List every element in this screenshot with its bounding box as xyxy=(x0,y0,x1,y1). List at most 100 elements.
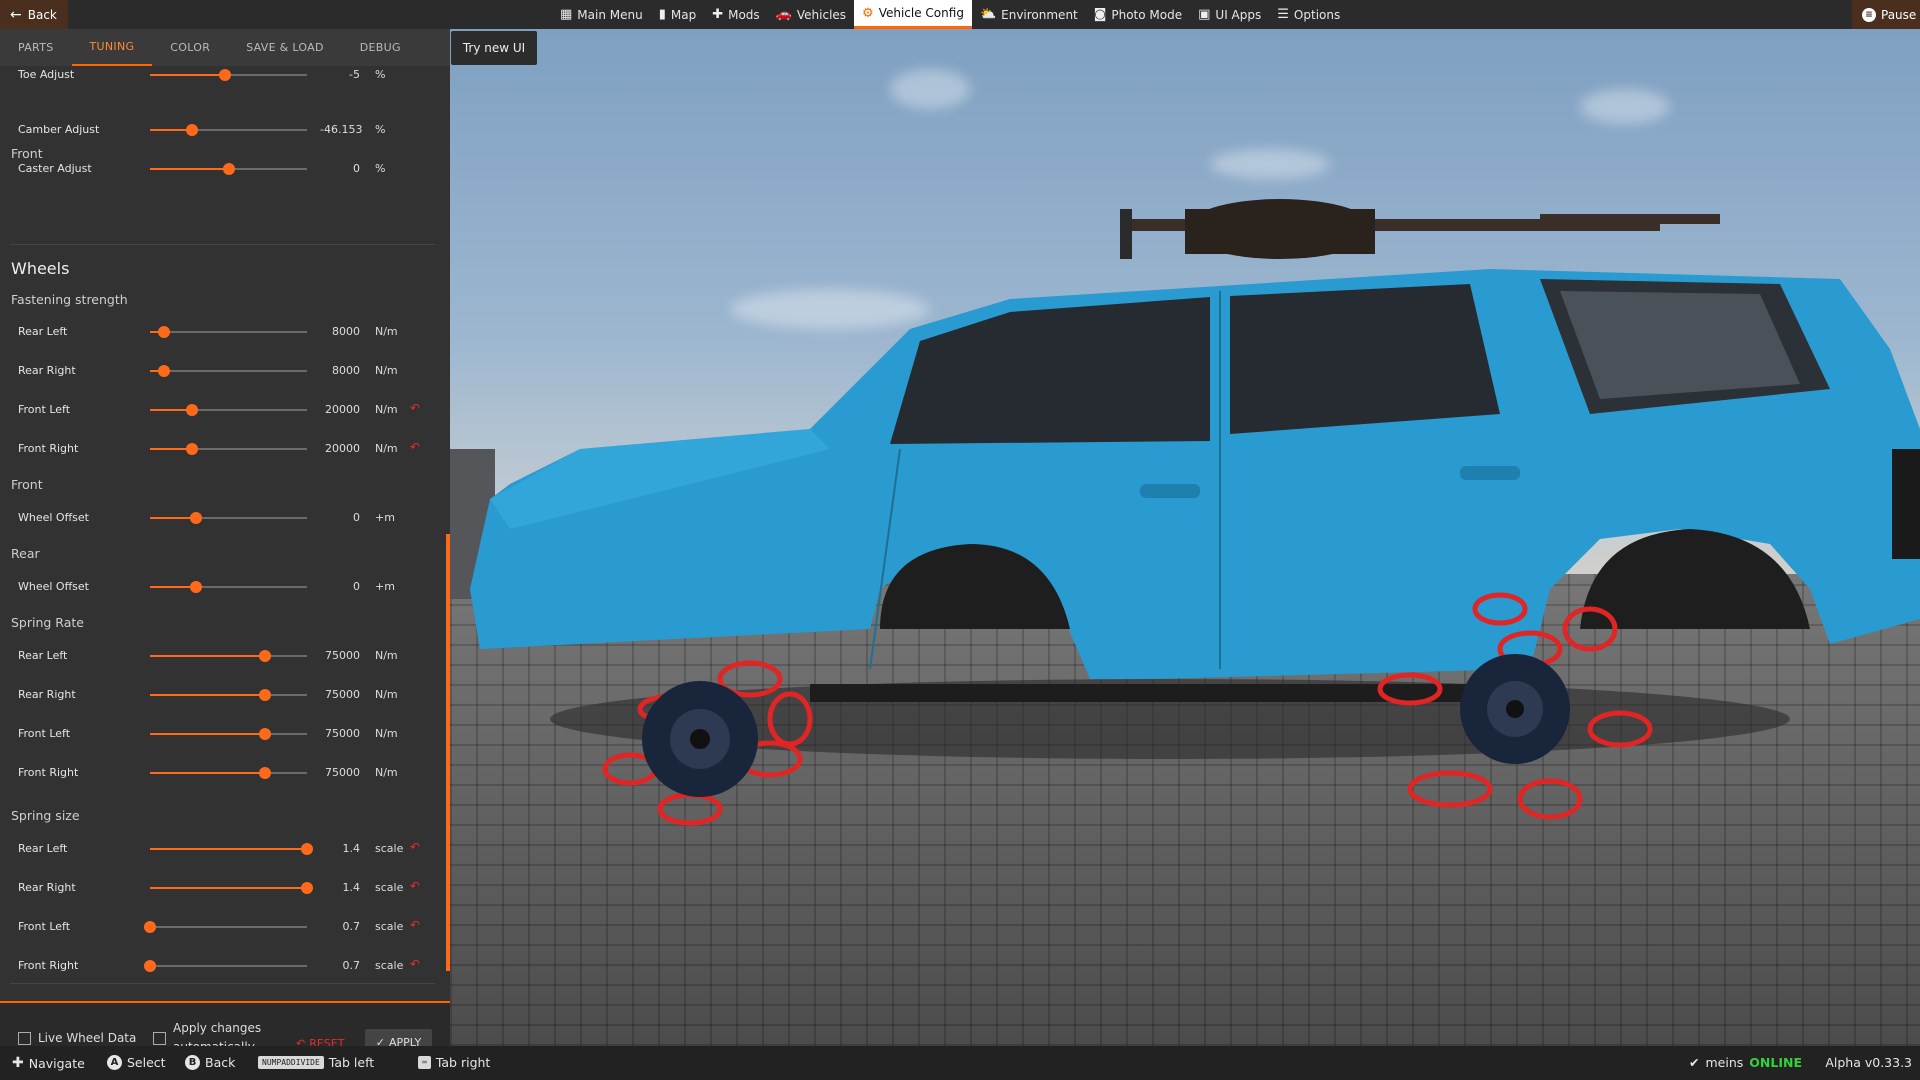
slider-track[interactable] xyxy=(144,921,307,933)
back-button[interactable]: ← Back xyxy=(0,0,68,29)
tuning-value-input[interactable]: 0 xyxy=(320,580,360,593)
vehicle-3d-viewport[interactable] xyxy=(450,29,1920,1046)
slider-track[interactable] xyxy=(150,843,313,855)
slider-fill xyxy=(150,848,307,850)
tuning-unit: N/m xyxy=(375,325,398,338)
slider-track[interactable] xyxy=(150,443,307,455)
slider-knob[interactable] xyxy=(186,124,199,136)
tuning-row: Front Left 20000 N/m ↶ xyxy=(0,400,446,420)
hint-navigate: ✚ Navigate xyxy=(12,1055,85,1071)
slider-fill xyxy=(150,74,226,76)
reset-value-icon[interactable]: ↶ xyxy=(410,440,420,454)
slider-track[interactable] xyxy=(150,581,307,593)
slider-knob[interactable] xyxy=(219,69,232,81)
nav-item-map[interactable]: ▮ Map xyxy=(651,0,704,29)
slider-knob[interactable] xyxy=(301,882,313,894)
slider-knob[interactable] xyxy=(144,921,156,933)
nav-item-vehicle-config[interactable]: ⚙ Vehicle Config xyxy=(854,0,972,29)
nav-item-main-menu[interactable]: ▦ Main Menu xyxy=(552,0,651,29)
slider-track[interactable] xyxy=(150,163,307,175)
slider-fill xyxy=(150,694,265,696)
tuning-value-input[interactable]: 20000 xyxy=(320,403,360,416)
config-tabs: PARTS TUNING COLOR SAVE & LOAD DEBUG xyxy=(0,29,450,66)
slider-track[interactable] xyxy=(150,650,307,662)
tuning-value-input[interactable]: 1.4 xyxy=(320,842,361,855)
slider-knob[interactable] xyxy=(186,404,199,416)
slider-track[interactable] xyxy=(150,124,307,136)
tab-color[interactable]: COLOR xyxy=(152,29,228,66)
slider-knob[interactable] xyxy=(258,767,271,779)
slider-knob[interactable] xyxy=(186,443,199,455)
nav-item-vehicles[interactable]: 🚗 Vehicles xyxy=(768,0,854,29)
puzzle-icon: ✚ xyxy=(712,7,724,22)
tuning-value-input[interactable]: 75000 xyxy=(320,688,360,701)
reset-value-icon[interactable]: ↶ xyxy=(410,840,420,854)
slider-knob[interactable] xyxy=(189,512,202,524)
slider-track[interactable] xyxy=(150,512,307,524)
slider-knob[interactable] xyxy=(189,581,202,593)
tab-save-load[interactable]: SAVE & LOAD xyxy=(228,29,342,66)
slider-knob[interactable] xyxy=(258,689,271,701)
game-ui-root: Try new UI ← Back ▦ Main Menu ▮ Map ✚ Mods 🚗 Ve… xyxy=(0,0,1920,1080)
slider-track[interactable] xyxy=(150,728,307,740)
tuning-value-input[interactable]: 8000 xyxy=(320,325,360,338)
slider-track[interactable] xyxy=(150,326,307,338)
slider-knob[interactable] xyxy=(258,650,271,662)
slider-track[interactable] xyxy=(150,767,307,779)
tuning-row: Front Right 75000 N/m xyxy=(0,763,446,783)
tuning-list[interactable]: Wheels Front Fastening strength Front Re… xyxy=(0,66,446,996)
slider-track[interactable] xyxy=(150,365,307,377)
hint-navigate-label: Navigate xyxy=(28,1055,85,1071)
reset-value-icon[interactable]: ↶ xyxy=(410,957,420,971)
reset-value-icon[interactable]: ↶ xyxy=(410,879,420,893)
vehicle-render xyxy=(450,199,1920,826)
live-wheel-data-checkbox[interactable] xyxy=(18,1032,31,1045)
tuning-value-input[interactable]: 75000 xyxy=(320,649,360,662)
pause-button[interactable]: ≡ Pause xyxy=(1852,0,1920,29)
tuning-value-input[interactable]: 75000 xyxy=(320,766,360,779)
apply-auto-checkbox[interactable] xyxy=(153,1032,166,1045)
nav-item-options[interactable]: ☰ Options xyxy=(1269,0,1348,29)
tuning-row: Toe Adjust -5% xyxy=(0,66,446,85)
slider-track[interactable] xyxy=(144,960,307,972)
hint-tab-left: NUMPADDIVIDE Tab left xyxy=(258,1055,374,1070)
tuning-value-input[interactable]: 0.7 xyxy=(320,920,361,933)
tuning-value-input[interactable]: -5 xyxy=(320,68,360,81)
tuning-value-input[interactable]: 1.4 xyxy=(320,881,361,894)
tuning-value-input[interactable]: -46.153 xyxy=(320,123,362,136)
apply-auto-label-line1: Apply changes xyxy=(173,1021,262,1035)
tuning-value-input[interactable]: 75000 xyxy=(320,727,360,740)
nav-item-ui-apps[interactable]: ▣ UI Apps xyxy=(1190,0,1269,29)
try-new-ui-button[interactable]: Try new UI xyxy=(451,31,537,65)
nav-item-mods[interactable]: ✚ Mods xyxy=(704,0,767,29)
slider-knob[interactable] xyxy=(258,728,271,740)
reset-value-icon[interactable]: ↶ xyxy=(410,918,420,932)
slider-knob[interactable] xyxy=(222,163,235,175)
nav-item-label: Map xyxy=(670,7,697,22)
panel-scrollbar[interactable] xyxy=(446,534,450,971)
tuning-row: Front Right 0.7 scale ↶ xyxy=(0,956,446,976)
reset-value-icon[interactable]: ↶ xyxy=(410,401,420,415)
slider-knob[interactable] xyxy=(158,365,171,377)
tuning-value-input[interactable]: 0 xyxy=(320,162,360,175)
tuning-unit: N/m xyxy=(375,727,398,740)
tab-parts[interactable]: PARTS xyxy=(0,29,72,66)
slider-track[interactable] xyxy=(150,69,307,81)
tuning-row: Rear Left 1.4 scale ↶ xyxy=(0,839,446,859)
tab-tuning[interactable]: TUNING xyxy=(71,29,153,66)
slider-knob[interactable] xyxy=(301,843,313,855)
nav-item-photo-mode[interactable]: ◙ Photo Mode xyxy=(1086,0,1190,29)
tuning-value-input[interactable]: 8000 xyxy=(320,364,360,377)
slider-knob[interactable] xyxy=(144,960,156,972)
tuning-value-input[interactable]: 0 xyxy=(320,511,360,524)
tuning-row: Wheel Offset 0 +m xyxy=(0,577,446,597)
slider-track[interactable] xyxy=(150,404,307,416)
slider-knob[interactable] xyxy=(158,326,171,338)
nav-item-environment[interactable]: ⛅ Environment xyxy=(972,0,1086,29)
tab-debug[interactable]: DEBUG xyxy=(342,29,419,66)
tuning-unit: scale xyxy=(375,920,404,933)
tuning-value-input[interactable]: 0.7 xyxy=(320,959,361,972)
slider-track[interactable] xyxy=(150,882,313,894)
slider-track[interactable] xyxy=(150,689,307,701)
tuning-value-input[interactable]: 20000 xyxy=(320,442,360,455)
